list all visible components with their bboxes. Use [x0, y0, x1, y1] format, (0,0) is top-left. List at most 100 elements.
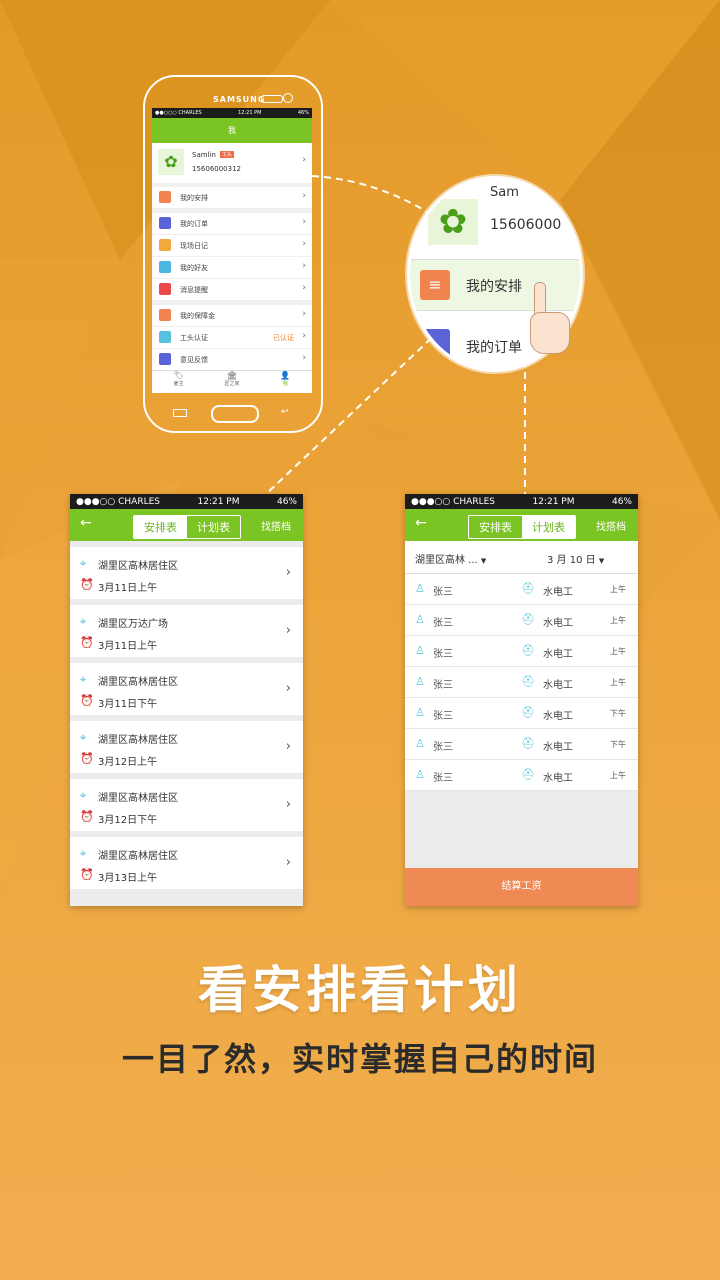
- work-type: 水电工: [543, 711, 573, 722]
- date-filter[interactable]: 3 月 10 日 ▼: [547, 551, 604, 566]
- helmet-icon: ⛑: [521, 737, 535, 750]
- menu-item-2[interactable]: 现场日记 ›: [152, 235, 312, 257]
- profile-card[interactable]: ✿ Samlin 工头 15606000312 ›: [152, 143, 312, 183]
- location-text: 湖里区高林居住区: [98, 561, 178, 572]
- subline: 一目了然，实时掌握自己的时间: [121, 1040, 598, 1078]
- menu-item-label: 我的好友: [180, 264, 208, 272]
- plan-row[interactable]: ♙ 张三 ⛑ 水电工 下午: [405, 729, 638, 760]
- friends-icon: [159, 261, 171, 273]
- back-key[interactable]: ↩: [281, 407, 289, 417]
- time-text: 3月11日上午: [98, 583, 158, 594]
- earpiece: [261, 95, 283, 103]
- menu-item-5[interactable]: 我的保障金 ›: [152, 305, 312, 327]
- schedule-list-item[interactable]: ⌖ 湖里区高林居住区 ⏰ 3月13日上午 ›: [70, 837, 303, 889]
- alarm-clock-icon: ⏰: [80, 636, 94, 649]
- battery-text: 46%: [276, 496, 297, 507]
- carrier-text: ●●○○○ CHARLES: [155, 110, 202, 116]
- person-icon: ♙: [415, 613, 425, 626]
- menu-item-label: 意见反馈: [180, 356, 208, 364]
- person-icon: ♙: [415, 706, 425, 719]
- plan-row[interactable]: ♙ 张三 ⛑ 水电工 上午: [405, 605, 638, 636]
- time-text: 3月12日下午: [98, 815, 158, 826]
- plan-row[interactable]: ♙ 张三 ⛑ 水电工 下午: [405, 698, 638, 729]
- plan-row[interactable]: ♙ 张三 ⛑ 水电工 上午: [405, 636, 638, 667]
- schedule-list-item[interactable]: ⌖ 湖里区高林居住区 ⏰ 3月12日下午 ›: [70, 779, 303, 831]
- tab-plan[interactable]: 计划表: [187, 516, 240, 538]
- area-filter[interactable]: 湖里区高林 ... ▼: [415, 551, 486, 566]
- menu-item-0[interactable]: 我的安排 ›: [152, 187, 312, 209]
- title-bar: 我: [152, 118, 312, 143]
- tab-me[interactable]: 👤 我: [259, 371, 312, 393]
- schedule-list: ⌖ 湖里区高林居住区 ⏰ 3月11日上午 › ⌖ 湖里区万达广场 ⏰ 3月11日上…: [70, 541, 303, 889]
- menu-key[interactable]: [173, 409, 187, 417]
- location-pin-icon: ⌖: [80, 673, 87, 686]
- menu-list: 我的安排 › 我的订单 › 现场日记 › 我的好友 › 消息提醒 › 我的保障金…: [152, 187, 312, 371]
- tab-home[interactable]: 🏛 匠之家: [205, 371, 258, 393]
- helmet-icon: ⛑: [521, 644, 535, 657]
- find-partner-link[interactable]: 找搭档: [261, 518, 291, 533]
- work-type: 水电工: [543, 680, 573, 691]
- location-text: 湖里区高林居住区: [98, 793, 178, 804]
- zoom-name: Sam: [490, 185, 519, 200]
- zoom-avatar: ✿: [428, 199, 478, 245]
- plan-row[interactable]: ♙ 张三 ⛑ 水电工 上午: [405, 667, 638, 698]
- schedule-list-item[interactable]: ⌖ 湖里区万达广场 ⏰ 3月11日上午 ›: [70, 605, 303, 657]
- chevron-right-icon: ›: [285, 739, 291, 754]
- schedule-list-item[interactable]: ⌖ 湖里区高林居住区 ⏰ 3月11日下午 ›: [70, 663, 303, 715]
- clock-text: 12:21 PM: [238, 110, 262, 116]
- chevron-right-icon: ›: [285, 623, 291, 638]
- plan-screen: ●●●○○ CHARLES 12:21 PM 46% ← 安排表 计划表 找搭档…: [405, 494, 638, 906]
- zoom-item2-label: 我的订单: [466, 340, 522, 356]
- plan-row[interactable]: ♙ 张三 ⛑ 水电工 上午: [405, 574, 638, 605]
- schedule-list-item[interactable]: ⌖ 湖里区高林居住区 ⏰ 3月12日上午 ›: [70, 721, 303, 773]
- settle-wages-button[interactable]: 结算工资: [405, 868, 638, 906]
- worker-name: 张三: [433, 649, 453, 660]
- diary-icon: [159, 239, 171, 251]
- tab-schedule[interactable]: 安排表: [134, 516, 187, 538]
- bank-icon: 🏛: [226, 371, 238, 380]
- alarm-clock-icon: ⏰: [80, 868, 94, 881]
- menu-item-label: 我的订单: [180, 220, 208, 228]
- location-text: 湖里区高林居住区: [98, 851, 178, 862]
- alarm-clock-icon: ⏰: [80, 694, 94, 707]
- menu-item-1[interactable]: 我的订单 ›: [152, 213, 312, 235]
- person-icon: ♙: [415, 768, 425, 781]
- time-text: 3月13日上午: [98, 873, 158, 884]
- headline: 看安排看计划: [198, 961, 522, 1019]
- back-arrow-icon[interactable]: ←: [80, 515, 92, 531]
- location-pin-icon: ⌖: [80, 731, 87, 744]
- menu-item-7[interactable]: 意见反馈 ›: [152, 349, 312, 371]
- schedule-list-item[interactable]: ⌖ 湖里区高林居住区 ⏰ 3月11日上午 ›: [70, 547, 303, 599]
- area-filter-label: 湖里区高林 ...: [415, 555, 478, 566]
- find-partner-link[interactable]: 找搭档: [596, 518, 626, 533]
- period-text: 上午: [610, 647, 626, 656]
- zoom-phone: 15606000: [490, 217, 562, 233]
- avatar: ✿: [158, 149, 184, 175]
- front-camera: [283, 93, 293, 103]
- menu-item-6[interactable]: 工头认证 已认证 ›: [152, 327, 312, 349]
- menu-item-label: 消息提醒: [180, 286, 208, 294]
- person-icon: ♙: [415, 644, 425, 657]
- menu-item-4[interactable]: 消息提醒 ›: [152, 279, 312, 301]
- zoom-item1-label: 我的安排: [466, 279, 522, 295]
- home-button[interactable]: [211, 405, 259, 423]
- bottom-tabbar: 🏷 雇主 🏛 匠之家 👤 我: [152, 370, 312, 393]
- period-text: 下午: [610, 740, 626, 749]
- chevron-right-icon: ›: [302, 217, 306, 227]
- person-icon: ♙: [415, 675, 425, 688]
- settle-button-label: 结算工资: [501, 881, 542, 892]
- tag-icon: 🏷: [173, 371, 184, 380]
- clock-text: 12:21 PM: [197, 496, 240, 507]
- carrier-text: ●●●○○ CHARLES: [411, 496, 496, 507]
- user-icon: 👤: [280, 371, 291, 380]
- back-arrow-icon[interactable]: ←: [415, 515, 427, 531]
- tab-employer[interactable]: 🏷 雇主: [152, 371, 205, 393]
- period-text: 上午: [610, 585, 626, 594]
- plan-row[interactable]: ♙ 张三 ⛑ 水电工 上午: [405, 760, 638, 791]
- tab-schedule[interactable]: 安排表: [469, 516, 522, 538]
- location-text: 湖里区高林居住区: [98, 735, 178, 746]
- shield-icon: [159, 331, 171, 343]
- menu-item-3[interactable]: 我的好友 ›: [152, 257, 312, 279]
- tab-label: 雇主: [173, 381, 184, 387]
- tab-plan[interactable]: 计划表: [522, 516, 575, 538]
